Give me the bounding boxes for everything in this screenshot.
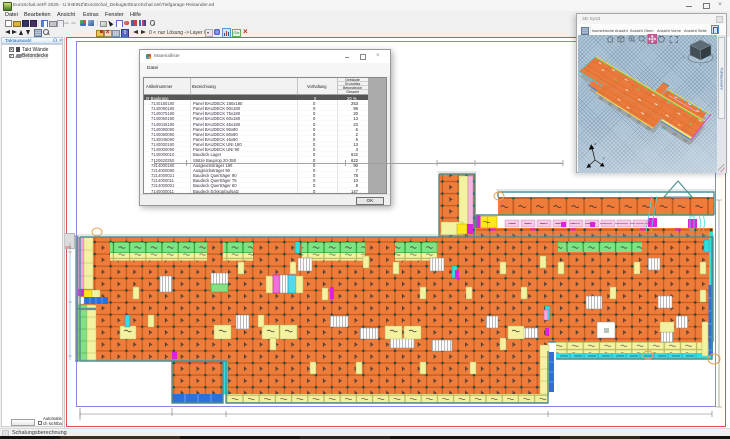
svg-text:y: y: [603, 156, 605, 160]
svg-text:z: z: [595, 142, 597, 146]
